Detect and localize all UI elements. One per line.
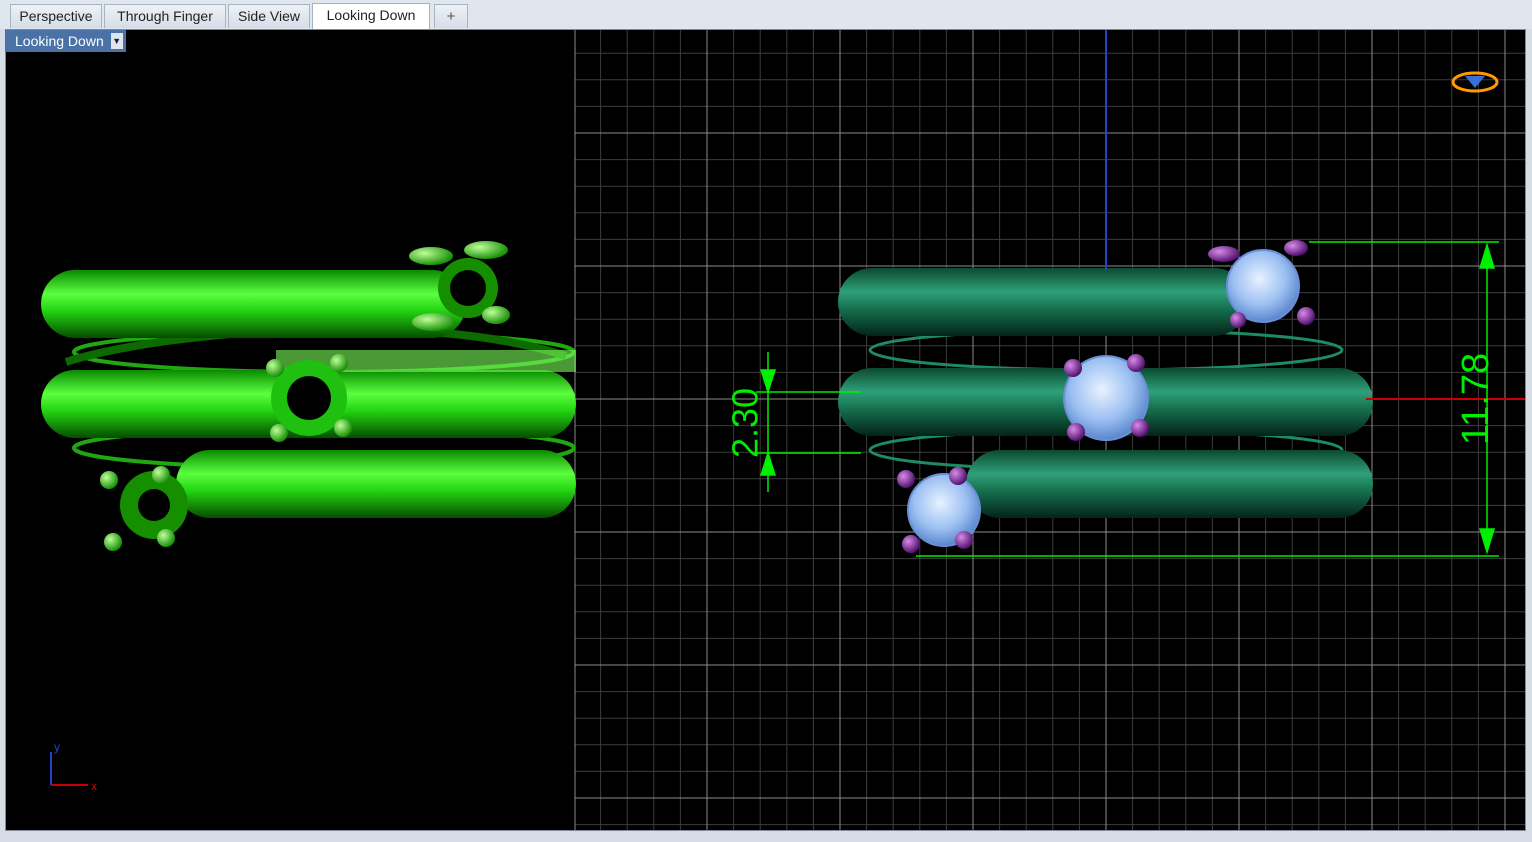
axis-indicator: y x	[50, 740, 97, 793]
viewport-title: Looking Down	[15, 33, 104, 49]
status-strip	[0, 831, 1532, 842]
add-tab-button[interactable]: +	[434, 4, 468, 28]
viewport-title-button[interactable]: Looking Down ▼	[5, 30, 126, 52]
chevron-down-icon[interactable]: ▼	[110, 33, 123, 49]
x-axis-label: x	[91, 779, 97, 793]
viewport-canvas: 11.78 2.30 y x	[41, 30, 1525, 830]
viewport-tab-bar: Perspective Through Finger Side View Loo…	[0, 0, 1532, 29]
tab-looking-down[interactable]: Looking Down	[312, 3, 430, 29]
tab-perspective[interactable]: Perspective	[10, 4, 102, 28]
y-axis-label: y	[54, 740, 60, 754]
ring-model-left	[41, 241, 576, 551]
spacing-dimension-label: 2.30	[725, 388, 766, 458]
height-dimension-label: 11.78	[1455, 353, 1497, 445]
plus-icon: +	[446, 8, 456, 25]
ring-model-right	[838, 240, 1373, 553]
tab-through-finger[interactable]: Through Finger	[104, 4, 226, 28]
tab-side-view[interactable]: Side View	[228, 4, 310, 28]
gem-icon[interactable]	[1451, 71, 1499, 93]
looking-down-viewport[interactable]: 11.78 2.30 y x	[5, 29, 1526, 831]
